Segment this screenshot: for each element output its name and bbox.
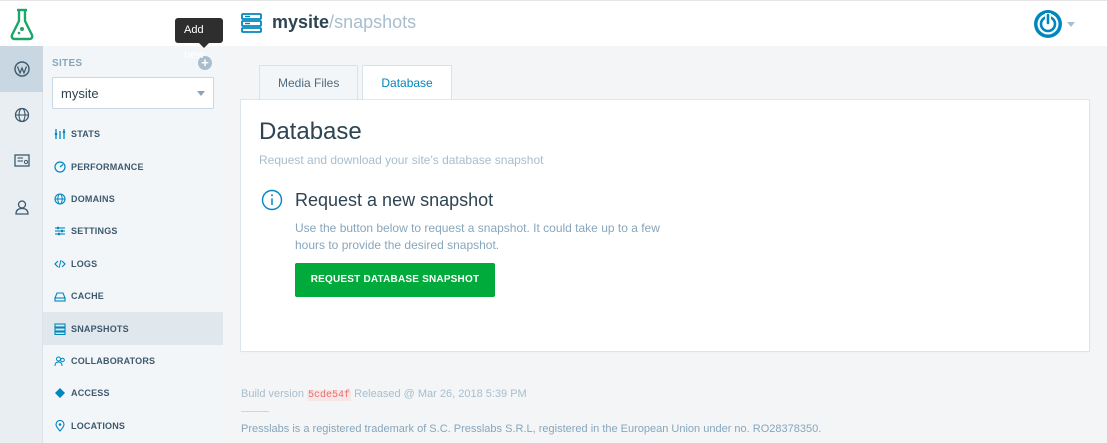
breadcrumb-page: snapshots bbox=[334, 12, 417, 32]
section-title: Request a new snapshot bbox=[295, 190, 494, 210]
tab-media-files[interactable]: Media Files bbox=[259, 65, 359, 100]
sidebar-item-performance[interactable]: PERFORMANCE bbox=[43, 150, 223, 182]
build-hash: 5cde54f bbox=[307, 390, 352, 401]
footer-divider bbox=[241, 411, 269, 412]
globe-icon bbox=[53, 192, 67, 206]
sidebar-item-label: ACCESS bbox=[71, 388, 110, 399]
section-description: Use the button below to request a snapsh… bbox=[295, 221, 660, 252]
breadcrumb: mysite / snapshots bbox=[241, 12, 416, 33]
chevron-down-icon bbox=[197, 91, 205, 96]
info-icon bbox=[261, 189, 283, 211]
sidebar-item-access[interactable]: ACCESS bbox=[43, 377, 223, 409]
top-bar: mysite / snapshots bbox=[0, 0, 1107, 46]
drive-icon bbox=[53, 289, 67, 303]
breadcrumb-site[interactable]: mysite bbox=[272, 12, 329, 33]
power-avatar-icon bbox=[1034, 10, 1062, 38]
sidebar-item-collaborators[interactable]: COLLABORATORS bbox=[43, 345, 223, 377]
code-icon bbox=[53, 257, 67, 271]
chevron-down-icon bbox=[1067, 21, 1075, 27]
presslabs-logo[interactable] bbox=[0, 1, 43, 47]
rail-item-domains[interactable] bbox=[0, 92, 43, 138]
sidebar-item-domains[interactable]: DOMAINS bbox=[43, 183, 223, 215]
server-stack-icon bbox=[241, 12, 262, 33]
sidebar-item-label: SNAPSHOTS bbox=[71, 323, 129, 334]
sliders-icon bbox=[53, 224, 67, 238]
site-sidebar: SITES + mysite STATS PERFORMANCE DOMAINS bbox=[43, 18, 223, 443]
app-rail bbox=[0, 46, 43, 443]
gauge-icon bbox=[53, 160, 67, 174]
build-info: Build version 5cde54f Released @ Mar 26,… bbox=[241, 388, 527, 401]
sidebar-item-label: COLLABORATORS bbox=[71, 355, 156, 366]
build-prefix: Build version bbox=[241, 388, 304, 400]
stats-icon bbox=[53, 127, 67, 141]
sidebar-item-label: DOMAINS bbox=[71, 193, 115, 204]
sidebar-item-label: LOGS bbox=[71, 258, 98, 269]
sites-heading: SITES bbox=[52, 58, 83, 69]
user-icon bbox=[14, 200, 29, 215]
sidebar-item-label: STATS bbox=[71, 129, 101, 140]
sidebar-item-locations[interactable]: LOCATIONS bbox=[43, 410, 223, 442]
people-icon bbox=[53, 354, 67, 368]
server-icon bbox=[53, 322, 67, 336]
account-menu-button[interactable] bbox=[1033, 9, 1075, 39]
add-new-tooltip: Add new bbox=[175, 18, 223, 61]
database-card: Database Request and download your site'… bbox=[241, 100, 1089, 351]
sidebar-item-label: CACHE bbox=[71, 291, 105, 302]
sidebar-item-settings[interactable]: SETTINGS bbox=[43, 215, 223, 247]
site-select[interactable]: mysite bbox=[52, 77, 214, 109]
invoice-icon bbox=[13, 154, 30, 167]
sidebar-item-cache[interactable]: CACHE bbox=[43, 280, 223, 312]
build-released: Released @ Mar 26, 2018 5:39 PM bbox=[354, 388, 527, 400]
rail-item-wordpress[interactable] bbox=[0, 46, 43, 92]
rail-item-billing[interactable] bbox=[0, 138, 43, 184]
site-select-value: mysite bbox=[61, 86, 99, 101]
request-database-snapshot-button[interactable]: REQUEST DATABASE SNAPSHOT bbox=[295, 263, 495, 297]
flask-logo-icon bbox=[10, 8, 33, 41]
sidebar-item-snapshots[interactable]: SNAPSHOTS bbox=[43, 312, 223, 345]
site-menu: STATS PERFORMANCE DOMAINS SETTINGS LOGS bbox=[43, 118, 223, 442]
sidebar-item-label: PERFORMANCE bbox=[71, 161, 144, 172]
legal-text: Presslabs is a registered trademark of S… bbox=[241, 423, 822, 435]
rail-item-account[interactable] bbox=[0, 184, 43, 230]
tab-database[interactable]: Database bbox=[362, 65, 452, 100]
globe-icon bbox=[14, 107, 29, 123]
sidebar-item-stats[interactable]: STATS bbox=[43, 118, 223, 150]
card-subtitle: Request and download your site's databas… bbox=[259, 153, 544, 167]
sidebar-item-label: LOCATIONS bbox=[71, 420, 126, 431]
sidebar-item-label: SETTINGS bbox=[71, 226, 118, 237]
diamond-icon bbox=[53, 386, 67, 400]
pin-icon bbox=[53, 419, 67, 433]
card-title: Database bbox=[259, 118, 362, 145]
wordpress-icon bbox=[13, 61, 30, 77]
snapshot-tabs: Media Files Database bbox=[259, 65, 456, 100]
sidebar-item-logs[interactable]: LOGS bbox=[43, 248, 223, 280]
